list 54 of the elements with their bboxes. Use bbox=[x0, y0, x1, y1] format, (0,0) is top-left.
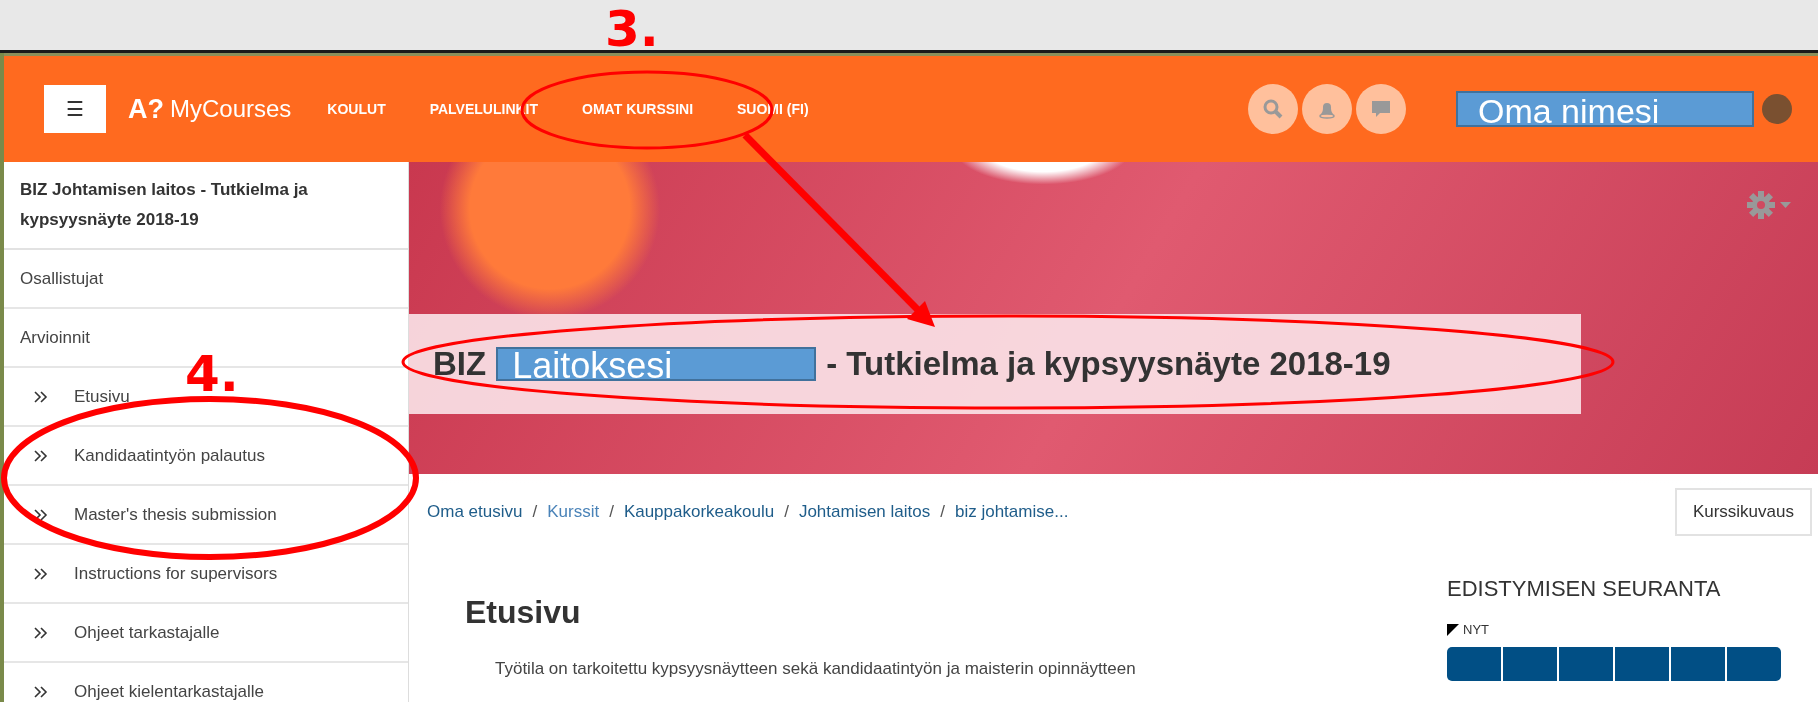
title-cover-box: Laitoksesi bbox=[496, 347, 817, 381]
breadcrumb-link[interactable]: Johtamisen laitos bbox=[798, 502, 931, 522]
sidebar-item[interactable]: Kandidaatintyön palautus bbox=[4, 427, 408, 486]
double-chevron-icon bbox=[34, 449, 48, 462]
now-label: NYT bbox=[1463, 622, 1489, 637]
gear-menu-icon[interactable] bbox=[1746, 190, 1792, 220]
progress-segment[interactable] bbox=[1447, 647, 1501, 681]
section-heading: Etusivu bbox=[465, 594, 582, 631]
menu-button[interactable]: ☰ bbox=[44, 85, 106, 133]
course-title: BIZ Johtamisen laitos - Tutkielma ja kypsyysnäyte 2018-19 bbox=[4, 162, 408, 250]
annotation-number: 3. bbox=[605, 0, 659, 58]
sidebar-item-label[interactable]: Etusivu bbox=[74, 386, 130, 407]
sidebar-item-label[interactable]: Instructions for supervisors bbox=[74, 563, 278, 584]
now-marker-icon bbox=[1447, 623, 1459, 636]
logo-name: MyCourses bbox=[170, 95, 292, 123]
search-icon bbox=[1262, 98, 1284, 120]
intro-text: Työtila on tarkoitettu kypsyysnäytteen sekä kandidaatintyön ja maisterin opinnäytteen bbox=[495, 659, 1137, 679]
sidebar-item-label[interactable]: Master's thesis submission bbox=[74, 504, 277, 525]
sidebar-item[interactable]: Instructions for supervisors bbox=[4, 545, 408, 604]
page-title: BIZ bbox=[433, 345, 487, 383]
sidebar-item-label[interactable]: Kandidaatintyön palautus bbox=[74, 445, 265, 466]
breadcrumb-link[interactable]: Kurssit bbox=[547, 502, 600, 522]
chat-icon bbox=[1370, 99, 1392, 119]
name-cover-box: Oma nimesi bbox=[1456, 91, 1754, 127]
double-chevron-icon bbox=[34, 390, 48, 403]
sidebar-item-label[interactable]: Ohjeet tarkastajalle bbox=[74, 622, 220, 643]
sidebar-item[interactable]: Osallistujat bbox=[4, 250, 408, 309]
sidebar-item-label[interactable]: Ohjeet kielentarkastajalle bbox=[74, 681, 264, 702]
search-button[interactable] bbox=[1248, 84, 1298, 134]
course-description-button[interactable]: Kurssikuvaus bbox=[1674, 488, 1812, 536]
breadcrumb-separator: / bbox=[609, 502, 614, 522]
double-chevron-icon bbox=[34, 685, 48, 698]
notification-button[interactable] bbox=[1302, 84, 1352, 134]
progress-heading: EDISTYMISEN SEURANTA bbox=[1447, 576, 1722, 602]
breadcrumb-separator: / bbox=[532, 502, 538, 522]
breadcrumb-link[interactable]: Kauppakorkeakoulu bbox=[623, 502, 775, 522]
breadcrumb-link[interactable]: Oma etusivu bbox=[427, 502, 523, 522]
messages-button[interactable] bbox=[1356, 84, 1406, 134]
double-chevron-icon bbox=[34, 626, 48, 639]
progress-segment[interactable] bbox=[1559, 647, 1613, 681]
breadcrumb-separator: / bbox=[784, 502, 789, 522]
double-chevron-icon bbox=[34, 567, 48, 580]
logo-mark: A? bbox=[128, 93, 164, 125]
breadcrumb-link[interactable]: biz johtamise... bbox=[954, 502, 1069, 522]
sidebar-item[interactable]: Ohjeet tarkastajalle bbox=[4, 604, 408, 663]
breadcrumb-separator: / bbox=[940, 502, 945, 522]
page-title: - Tutkielma ja kypsyysnäyte 2018-19 bbox=[826, 345, 1391, 383]
progress-segment[interactable] bbox=[1615, 647, 1669, 681]
sidebar-item[interactable]: Master's thesis submission bbox=[4, 486, 408, 545]
avatar[interactable] bbox=[1762, 94, 1792, 124]
progress-segment[interactable] bbox=[1727, 647, 1781, 681]
progress-segment[interactable] bbox=[1503, 647, 1557, 681]
double-chevron-icon bbox=[34, 508, 48, 521]
progress-segment[interactable] bbox=[1671, 647, 1725, 681]
